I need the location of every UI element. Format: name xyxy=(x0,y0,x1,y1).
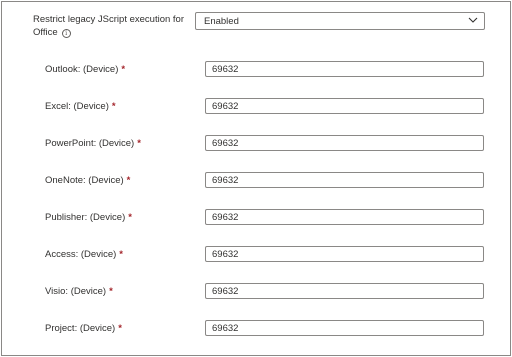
setting-label-text: Restrict legacy JScript execution for Of… xyxy=(33,14,185,38)
powerpoint-field[interactable] xyxy=(205,135,484,151)
required-marker: * xyxy=(137,138,141,149)
setting-label: Restrict legacy JScript execution for Of… xyxy=(33,13,193,39)
outlook-label: Outlook: (Device) * xyxy=(45,64,126,75)
required-marker: * xyxy=(111,101,116,112)
onenote-label: OneNote: (Device) * xyxy=(45,175,131,186)
dropdown-value: Enabled xyxy=(204,16,239,27)
publisher-field[interactable] xyxy=(205,209,484,225)
access-field[interactable] xyxy=(205,246,484,262)
settings-panel: Restrict legacy JScript execution for Of… xyxy=(1,1,511,356)
required-marker: * xyxy=(109,286,113,297)
setting-dropdown[interactable]: Enabled xyxy=(195,12,485,30)
required-marker: * xyxy=(121,64,126,75)
required-marker: * xyxy=(126,175,131,186)
onenote-field[interactable] xyxy=(205,172,484,188)
access-label: Access: (Device) * xyxy=(45,249,123,260)
project-field[interactable] xyxy=(205,320,484,336)
chevron-down-icon xyxy=(468,17,478,23)
excel-field[interactable] xyxy=(205,98,484,114)
visio-label: Visio: (Device) * xyxy=(45,286,113,297)
publisher-label: Publisher: (Device) * xyxy=(45,212,132,223)
excel-label: Excel: (Device) * xyxy=(45,101,116,112)
required-marker: * xyxy=(118,323,122,334)
info-icon[interactable]: i xyxy=(61,29,71,38)
required-marker: * xyxy=(128,212,132,223)
project-label: Project: (Device) * xyxy=(45,323,122,334)
powerpoint-label: PowerPoint: (Device) * xyxy=(45,138,141,149)
visio-field[interactable] xyxy=(205,283,484,299)
outlook-field[interactable] xyxy=(205,61,484,77)
required-marker: * xyxy=(119,249,123,260)
